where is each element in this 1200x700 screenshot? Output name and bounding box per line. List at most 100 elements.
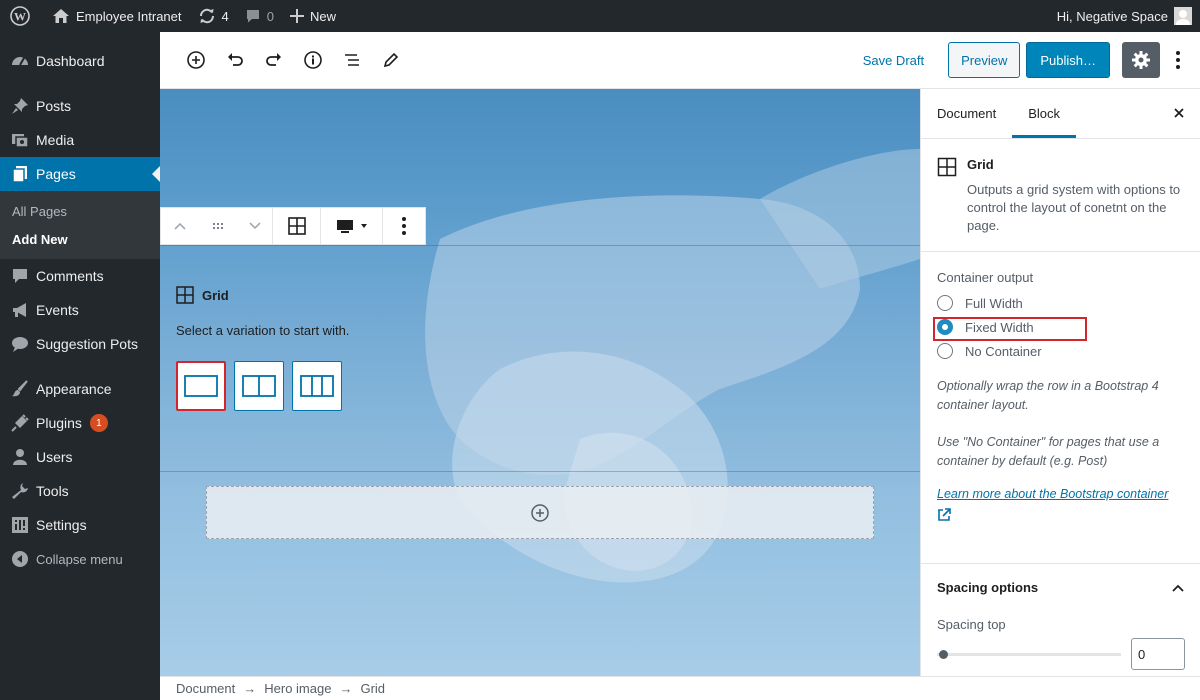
new-content-link[interactable]: New	[282, 0, 344, 32]
redo-button[interactable]	[256, 42, 292, 78]
avatar	[1174, 7, 1192, 25]
sidebar-item-dashboard[interactable]: Dashboard	[0, 44, 160, 78]
tab-block[interactable]: Block	[1012, 89, 1076, 138]
edit-mode-button[interactable]	[373, 42, 409, 78]
block-type-button[interactable]	[273, 208, 321, 244]
panel-tabs: Document Block	[921, 89, 1200, 139]
breadcrumb-arrow-icon: →	[243, 681, 257, 696]
sidebar-item-media[interactable]: Media	[0, 123, 160, 157]
comment-icon	[246, 10, 259, 23]
sidebar-item-label: Tools	[36, 483, 69, 499]
move-down-button[interactable]	[237, 208, 273, 244]
radio-fixed-width[interactable]: Fixed Width	[933, 315, 1184, 341]
external-link-icon[interactable]	[937, 508, 1184, 522]
spacing-top-input[interactable]: 0	[1131, 638, 1185, 670]
alignment-dropdown[interactable]	[321, 208, 383, 244]
spacing-options-section: Spacing options Spacing top 0	[921, 563, 1200, 670]
sidebar-item-suggestion-pots[interactable]: Suggestion Pots	[0, 327, 160, 361]
settings-toggle-button[interactable]	[1122, 42, 1160, 78]
list-icon	[345, 54, 359, 66]
bootstrap-container-link[interactable]: Learn more about the Bootstrap container	[937, 485, 1184, 504]
grid-icon	[287, 217, 306, 235]
admin-bar: W Employee Intranet 4 0 New Hi, Negative…	[0, 0, 1200, 32]
account-menu[interactable]: Hi, Negative Space	[1049, 0, 1200, 32]
site-name: Employee Intranet	[76, 8, 182, 24]
radio-button[interactable]	[937, 343, 953, 359]
site-name-link[interactable]: Employee Intranet	[44, 0, 190, 32]
add-circle-icon	[531, 503, 549, 522]
collapse-menu-button[interactable]: Collapse menu	[0, 542, 160, 576]
block-card: Grid Outputs a grid system with options …	[921, 139, 1200, 252]
admin-sidebar: Dashboard Posts Media Pages All Pages Ad…	[0, 32, 160, 700]
sidebar-item-label: Pages	[36, 166, 76, 182]
sidebar-item-label: Media	[36, 132, 75, 148]
tab-document[interactable]: Document	[921, 89, 1012, 138]
grid-placeholder-title: Grid	[202, 287, 229, 303]
variation-three-columns[interactable]	[292, 361, 342, 411]
close-icon	[1174, 108, 1184, 118]
save-draft-button[interactable]: Save Draft	[863, 53, 924, 68]
spacing-options-toggle[interactable]: Spacing options	[937, 580, 1185, 595]
sidebar-item-comments[interactable]: Comments	[0, 259, 160, 293]
block-appender-button[interactable]	[206, 486, 874, 539]
submenu-all-pages[interactable]: All Pages	[0, 197, 160, 225]
undo-button[interactable]	[217, 42, 253, 78]
breadcrumb-grid[interactable]: Grid	[360, 681, 385, 696]
content-info-button[interactable]	[295, 42, 331, 78]
sidebar-item-label: Appearance	[36, 381, 112, 397]
add-block-button[interactable]	[178, 42, 214, 78]
spacing-top-slider[interactable]	[937, 649, 1121, 659]
updates-link[interactable]: 4	[190, 0, 237, 32]
radio-no-container[interactable]: No Container	[937, 339, 1184, 363]
block-boundary-bottom	[160, 471, 920, 472]
breadcrumb-hero-image[interactable]: Hero image	[264, 681, 331, 696]
comments-link[interactable]: 0	[237, 0, 282, 32]
block-navigation-button[interactable]	[334, 42, 370, 78]
editor-header: Save Draft Preview Publish…	[160, 32, 1200, 89]
grid-instruction: Select a variation to start with.	[176, 323, 350, 338]
radio-button[interactable]	[937, 295, 953, 311]
variation-two-columns[interactable]	[234, 361, 284, 411]
publish-button[interactable]: Publish…	[1026, 42, 1110, 78]
preview-button[interactable]: Preview	[948, 42, 1021, 78]
plugins-update-badge: 1	[89, 414, 108, 432]
spacing-options-title: Spacing options	[937, 580, 1039, 595]
gear-icon	[1132, 51, 1150, 69]
block-more-options-button[interactable]	[383, 208, 425, 244]
variation-one-column[interactable]	[176, 361, 226, 411]
undo-icon	[228, 53, 243, 66]
sidebar-item-users[interactable]: Users	[0, 440, 160, 474]
sidebar-item-plugins[interactable]: Plugins 1	[0, 406, 160, 440]
radio-full-width[interactable]: Full Width	[937, 291, 1184, 315]
close-panel-button[interactable]	[1172, 106, 1186, 120]
sidebar-item-pages[interactable]: Pages	[0, 157, 160, 191]
drag-handle[interactable]	[199, 208, 237, 244]
settings-icon	[10, 515, 30, 535]
sidebar-item-settings[interactable]: Settings	[0, 508, 160, 542]
sidebar-item-appearance[interactable]: Appearance	[0, 372, 160, 406]
move-up-button[interactable]	[161, 208, 199, 244]
breadcrumb-document[interactable]: Document	[176, 681, 235, 696]
info-icon	[304, 51, 322, 69]
more-menu-button[interactable]	[1166, 42, 1190, 78]
sidebar-item-events[interactable]: Events	[0, 293, 160, 327]
wordpress-logo-icon[interactable]: W	[0, 0, 44, 32]
sidebar-item-posts[interactable]: Posts	[0, 89, 160, 123]
dashboard-icon	[10, 51, 30, 71]
one-column-icon	[184, 375, 218, 397]
sidebar-item-tools[interactable]: Tools	[0, 474, 160, 508]
brush-icon	[10, 379, 30, 399]
container-output-section: Container output Full Width Fixed Width …	[921, 252, 1200, 522]
media-icon	[10, 130, 30, 150]
sidebar-item-label: Events	[36, 302, 79, 318]
pages-icon	[10, 164, 30, 184]
submenu-add-new[interactable]: Add New	[0, 225, 160, 253]
radio-label: No Container	[965, 343, 1042, 359]
slider-thumb[interactable]	[939, 649, 948, 659]
chevron-up-icon	[1172, 584, 1184, 592]
chevron-down-icon	[248, 222, 261, 230]
plug-icon	[10, 413, 30, 433]
block-toolbar	[160, 207, 426, 245]
redo-icon	[266, 53, 281, 66]
radio-button-checked[interactable]	[937, 319, 953, 335]
